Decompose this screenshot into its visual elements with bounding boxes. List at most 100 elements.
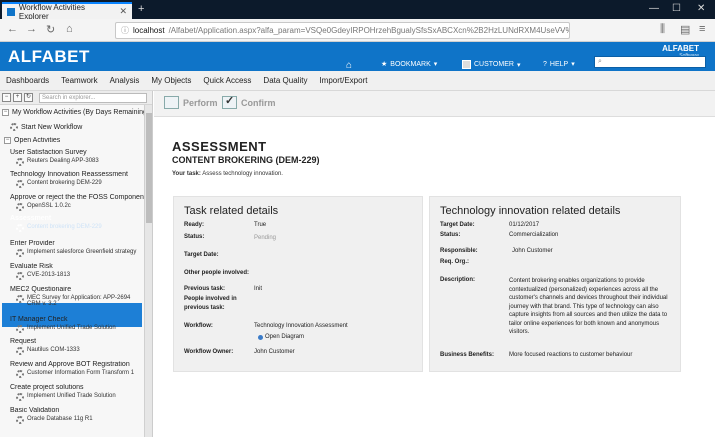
- list-item[interactable]: IT Manager Check Implement Unified Trade…: [10, 316, 144, 333]
- reload-icon[interactable]: ↻: [46, 23, 55, 36]
- tab-title: Workflow Activities Explorer: [18, 2, 85, 21]
- target-date-label: Target Date:: [184, 252, 219, 258]
- perform-button[interactable]: Perform: [164, 96, 218, 109]
- activity-object: Implement Unified Trade Solution: [27, 393, 116, 399]
- list-item[interactable]: Request Nautilus COM-1333: [10, 338, 144, 355]
- new-tab-icon[interactable]: +: [138, 3, 144, 15]
- menu-my-objects[interactable]: My Objects: [151, 76, 191, 85]
- activity-object: MEC Survey for Application: APP-2694 CRM…: [27, 295, 131, 307]
- sidebar-scrollbar[interactable]: [144, 105, 152, 437]
- tree-root-label: My Workflow Activities (By Days Remainin…: [12, 109, 147, 116]
- page-actions-icon[interactable]: ···: [557, 26, 565, 35]
- collapse-icon[interactable]: −: [2, 109, 9, 116]
- page-subtitle: CONTENT BROKERING (DEM-229): [172, 155, 320, 165]
- menu-data-quality[interactable]: Data Quality: [263, 76, 307, 85]
- open-activities-label: Open Activities: [14, 137, 61, 144]
- task-panel-heading: Task related details: [184, 205, 279, 217]
- activity-title: Request: [10, 338, 37, 345]
- forward-icon[interactable]: →: [26, 23, 37, 35]
- back-icon[interactable]: ←: [7, 23, 18, 35]
- activity-object: Content brokering DEM-229: [27, 180, 102, 186]
- activity-title: Basic Validation: [10, 407, 60, 414]
- start-new-workflow[interactable]: Start New Workflow: [10, 123, 144, 131]
- gear-icon: [16, 180, 24, 188]
- browser-tab-bar: Workflow Activities Explorer ✕ + — ☐ ✕: [0, 0, 715, 21]
- library-icon[interactable]: ⫼: [660, 23, 665, 36]
- menu-quick-access[interactable]: Quick Access: [203, 76, 251, 85]
- bookmark-label: BOOKMARK: [390, 60, 431, 68]
- gear-icon: [16, 325, 24, 333]
- list-item[interactable]: Technology Innovation Reassessment Conte…: [10, 171, 144, 188]
- tree-root[interactable]: − My Workflow Activities (By Days Remain…: [2, 109, 152, 116]
- app-logo[interactable]: ALFABET: [8, 47, 90, 67]
- bookmark-menu[interactable]: ★ BOOKMARK ▾: [381, 60, 438, 69]
- activity-title: Approve or reject the the FOSS Component: [10, 194, 144, 201]
- gear-icon: [16, 158, 24, 166]
- benefits-value: More focused reactions to customer behav…: [509, 352, 633, 358]
- open-diagram-link[interactable]: Open Diagram: [258, 334, 304, 340]
- list-item[interactable]: Enter Provider Implement salesforce Gree…: [10, 240, 144, 257]
- app-search-input[interactable]: ⌕: [594, 56, 706, 68]
- minimize-icon[interactable]: —: [649, 3, 659, 14]
- tech-panel-heading: Technology innovation related details: [440, 205, 621, 217]
- list-item[interactable]: Review and Approve BOT Registration Cust…: [10, 361, 144, 378]
- menu-teamwork[interactable]: Teamwork: [61, 76, 97, 85]
- people-prev-label: People involved in: [184, 296, 237, 302]
- responsible-value: John Customer: [512, 248, 553, 254]
- open-activities-group[interactable]: − Open Activities: [4, 137, 138, 144]
- main-content: ASSESSMENT CONTENT BROKERING (DEM-229) Y…: [154, 117, 715, 437]
- home-icon: ⌂: [346, 60, 353, 71]
- menu-icon[interactable]: ≡: [699, 23, 705, 35]
- list-item[interactable]: Approve or reject the the FOSS Component…: [10, 194, 144, 211]
- chevron-down-icon: ▾: [433, 61, 438, 68]
- gear-icon: [16, 347, 24, 355]
- page-icon: [7, 7, 15, 16]
- list-item[interactable]: Create project solutions Implement Unifi…: [10, 384, 144, 401]
- activity-title: Enter Provider: [10, 240, 55, 247]
- description-value: Content brokering enables organizations …: [509, 278, 668, 335]
- main-menu: Dashboards Teamwork Analysis My Objects …: [0, 71, 715, 91]
- list-item[interactable]: Evaluate Risk CVE-2013-1813: [10, 263, 144, 280]
- list-item-selected[interactable]: Assessment Content brokering DEM-229: [10, 215, 144, 232]
- sidebar-toolbar: − + ↻ Search in explorer...: [0, 91, 152, 105]
- url-bar[interactable]: ⓘ localhost/Alfabet/Application.aspx?alf…: [115, 22, 570, 39]
- sidebar-search-input[interactable]: Search in explorer...: [39, 92, 147, 103]
- tech-target-label: Target Date:: [440, 222, 475, 228]
- browser-tab[interactable]: Workflow Activities Explorer ✕: [2, 2, 132, 21]
- customer-menu[interactable]: CUSTOMER ▾: [462, 60, 520, 69]
- activity-title: Create project solutions: [10, 384, 84, 391]
- home-icon[interactable]: ⌂: [66, 23, 73, 35]
- gear-icon: [16, 295, 24, 303]
- req-org-label: Req. Org.:: [440, 259, 470, 265]
- expand-all-icon[interactable]: +: [13, 93, 22, 102]
- menu-dashboards[interactable]: Dashboards: [6, 76, 49, 85]
- people-prev-label-2: previous task:: [184, 305, 225, 311]
- list-item[interactable]: User Satisfaction Survey Reuters Dealing…: [10, 149, 144, 166]
- menu-import-export[interactable]: Import/Export: [319, 76, 367, 85]
- activity-title: Technology Innovation Reassessment: [10, 171, 128, 178]
- home-button[interactable]: ⌂: [346, 60, 352, 71]
- activity-title: Assessment: [10, 215, 52, 222]
- close-window-icon[interactable]: ✕: [697, 3, 705, 14]
- activity-object: Customer Information Form Transform 1: [27, 370, 135, 376]
- list-item[interactable]: MEC2 Questionaire MEC Survey for Applica…: [10, 286, 144, 307]
- perform-label: Perform: [183, 97, 218, 108]
- sidebar-toggle-icon[interactable]: ▤: [680, 23, 690, 36]
- info-icon: ⓘ: [121, 26, 129, 35]
- collapse-all-icon[interactable]: −: [2, 93, 11, 102]
- maximize-icon[interactable]: ☐: [672, 3, 681, 14]
- menu-analysis[interactable]: Analysis: [110, 76, 140, 85]
- gear-icon: [16, 416, 24, 424]
- refresh-icon[interactable]: ↻: [24, 93, 33, 102]
- task-label: Your task:: [172, 171, 201, 177]
- help-menu[interactable]: ? HELP ▾: [543, 60, 575, 69]
- collapse-icon[interactable]: −: [4, 137, 11, 144]
- chevron-down-icon: ▾: [516, 61, 521, 69]
- close-icon[interactable]: ✕: [119, 6, 127, 17]
- previous-task-label: Previous task:: [184, 286, 226, 292]
- list-item[interactable]: Basic Validation Oracle Database 11g R1: [10, 407, 144, 424]
- scrollbar-thumb[interactable]: [146, 113, 152, 223]
- confirm-button[interactable]: ✓ Confirm: [222, 95, 276, 109]
- owner-label: Workflow Owner:: [184, 349, 234, 355]
- app-header: ALFABET ⌂ ★ BOOKMARK ▾ CUSTOMER ▾ ? HELP…: [0, 42, 715, 71]
